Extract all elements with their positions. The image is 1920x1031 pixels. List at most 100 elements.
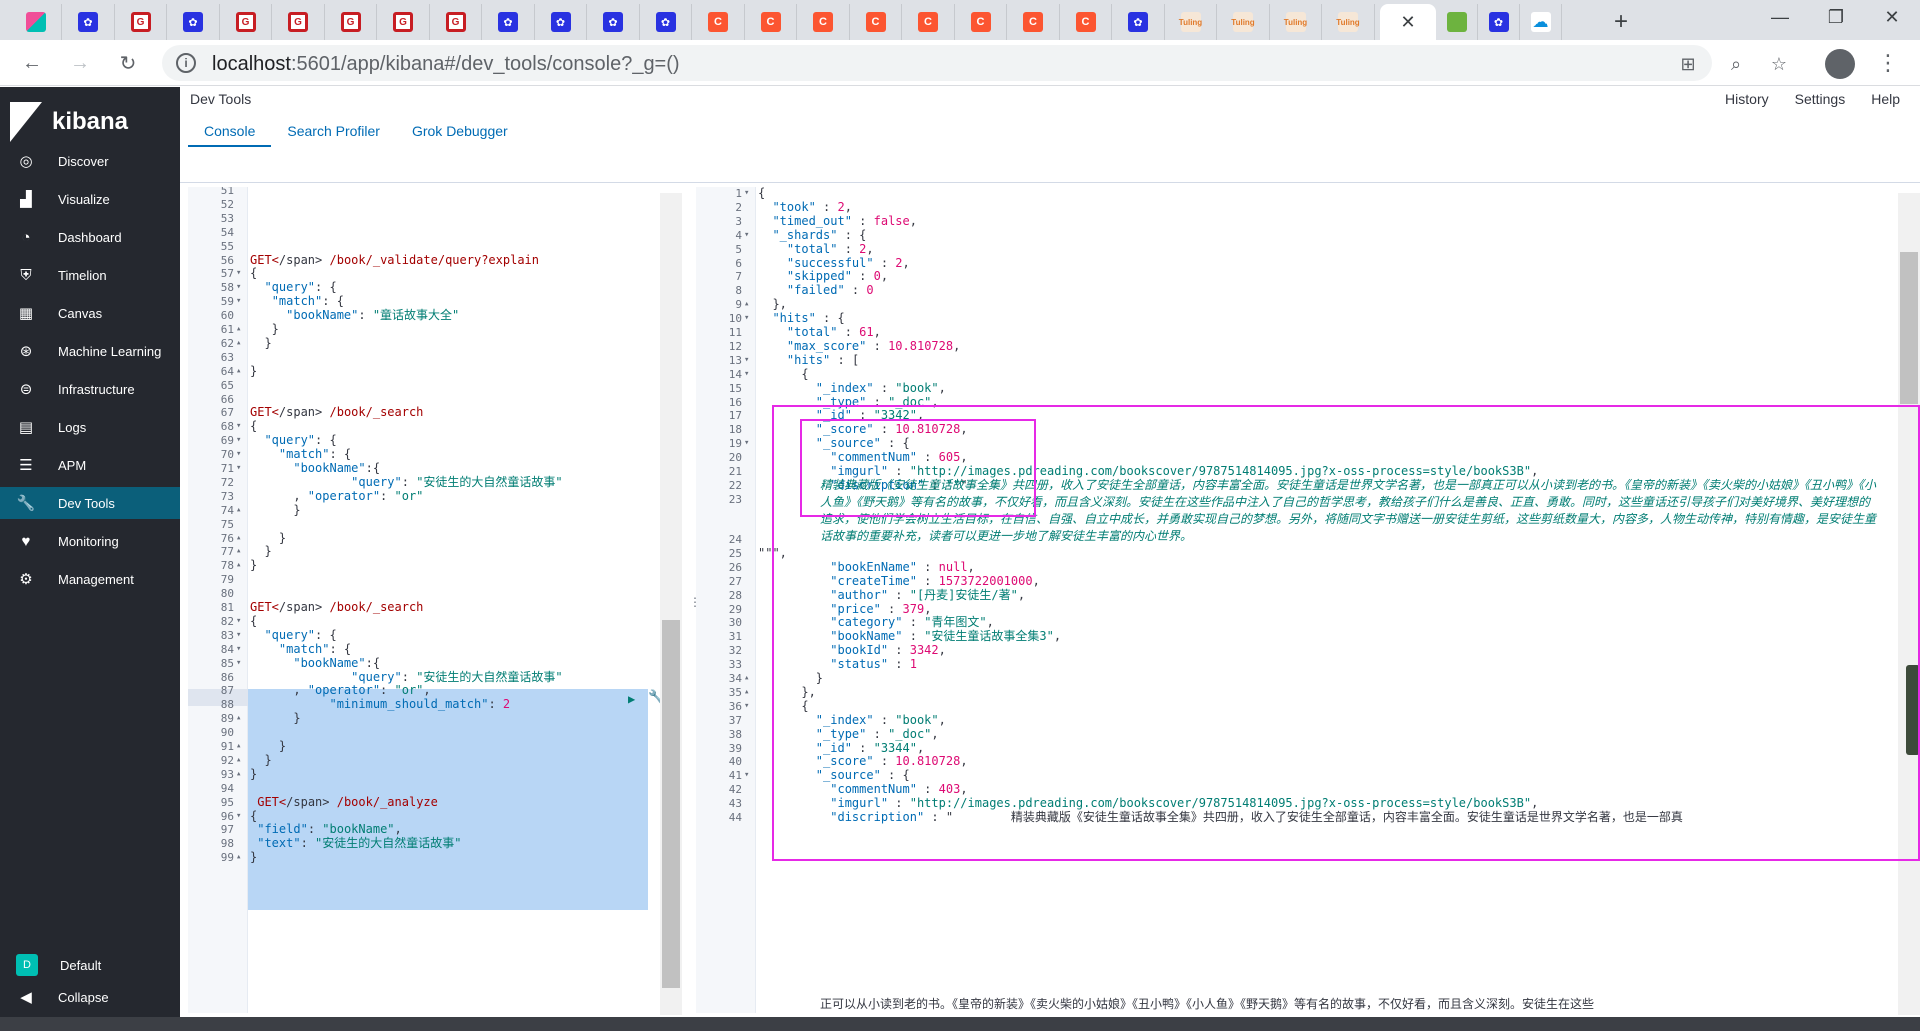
gitee-icon: G [393,12,413,32]
sidebar-item-canvas[interactable]: ▦ Canvas [0,297,180,329]
forward-button[interactable]: → [66,49,94,77]
reload-button[interactable]: ↻ [114,49,142,77]
close-tab-icon[interactable]: ✕ [1400,12,1415,33]
close-window-button[interactable]: ✕ [1864,0,1920,34]
sidebar-item-logs[interactable]: ▤ Logs [0,411,180,443]
browser-tab[interactable]: G [115,4,167,40]
output-scroll-thumb[interactable] [1900,252,1918,404]
site-info-icon[interactable]: i [176,53,196,73]
new-tab-button[interactable]: + [1607,8,1635,36]
history-link[interactable]: History [1725,91,1769,107]
sidebar-item-machine-learning[interactable]: ⊛ Machine Learning [0,335,180,367]
run-request-icon[interactable]: ▶ [628,692,640,706]
sidebar-item-dev-tools[interactable]: 🔧 Dev Tools [0,487,180,519]
browser-tab[interactable]: Tuling [1323,4,1375,40]
browser-tab[interactable]: ✿ [63,4,115,40]
tab-cloud[interactable]: ☁ [1520,4,1562,40]
omnibox[interactable]: i localhost:5601/app/kibana#/dev_tools/c… [162,45,1741,81]
minimize-button[interactable]: — [1752,0,1808,34]
browser-tab[interactable]: G [325,4,377,40]
browser-tab[interactable]: C [693,4,745,40]
back-button[interactable]: ← [18,49,46,77]
browser-tab[interactable]: ✿ [1113,4,1165,40]
browser-tab[interactable]: C [798,4,850,40]
browser-tab[interactable]: C [955,4,1007,40]
request-options-icon[interactable]: 🔧 [648,690,660,705]
restore-button[interactable]: ❐ [1808,0,1864,34]
browser-tab[interactable]: G [378,4,430,40]
infrastructure-icon: ⊜ [19,381,33,398]
help-link[interactable]: Help [1871,91,1900,107]
baidu-paw-icon: ✿ [1128,12,1148,32]
zoom-icon[interactable]: ⌕ [1725,53,1747,75]
csdn-icon: C [1023,12,1043,32]
translate-icon[interactable]: ⊞ [1677,53,1699,75]
sidebar-item-label: Canvas [58,305,103,321]
sidebar-item-infrastructure[interactable]: ⊜ Infrastructure [0,373,180,405]
annotation-box-meta [800,419,1036,517]
collapse-label: Collapse [58,989,109,1005]
baidu-paw-icon: ✿ [603,12,623,32]
top-links: History Settings Help [1725,91,1900,107]
browser-tab[interactable]: G [430,4,482,40]
space-selector[interactable]: D Default [0,949,180,981]
browser-tab[interactable]: G [220,4,272,40]
sidebar-item-visualize[interactable]: ▟ Visualize [0,183,180,215]
browser-tab[interactable]: G [273,4,325,40]
browser-tab[interactable]: ✿ [588,4,640,40]
editor-scroll-thumb[interactable] [662,620,680,988]
browser-tab[interactable]: C [745,4,797,40]
profile-avatar[interactable] [1825,49,1855,79]
browser-tab[interactable]: ✿ [640,4,692,40]
space-avatar: D [16,954,38,976]
page-title: Dev Tools [190,91,252,107]
browser-tab[interactable]: C [1008,4,1060,40]
sidebar-item-apm[interactable]: ☰ APM [0,449,180,481]
heartbeat-icon: ♥ [21,532,31,550]
browser-tab[interactable] [10,4,62,40]
url-text[interactable]: localhost:5601/app/kibana#/dev_tools/con… [212,53,680,76]
compass-icon: ◎ [19,153,33,170]
taskbar-strip [0,1017,1920,1031]
canvas-icon: ▦ [18,305,34,322]
sidebar-item-management[interactable]: ⚙ Management [0,563,180,595]
browser-tab[interactable]: Tuling [1165,4,1217,40]
tab-grok-debugger[interactable]: Grok Debugger [396,113,524,147]
address-bar: ← → ↻ i localhost:5601/app/kibana#/dev_t… [0,40,1920,86]
browser-tab[interactable]: C [1060,4,1112,40]
browser-menu-icon[interactable]: ⋮ [1877,49,1899,77]
bookmark-star-icon[interactable]: ☆ [1768,53,1790,75]
browser-tab[interactable]: C [903,4,955,40]
settings-link[interactable]: Settings [1795,91,1846,107]
sidebar-item-label: Timelion [58,267,107,283]
collapse-button[interactable]: ◀ Collapse [0,981,180,1013]
baidu-paw-icon: ✿ [655,12,676,32]
timelion-icon: ⛨ [20,266,32,284]
tab-console[interactable]: Console [188,113,272,147]
sidebar-item-discover[interactable]: ◎ Discover [0,145,180,177]
tab-spring[interactable] [1436,4,1478,40]
sidebar-item-monitoring[interactable]: ♥ Monitoring [0,525,180,557]
tab-active[interactable]: ✕ [1380,4,1436,40]
browser-tab[interactable]: ✿ [483,4,535,40]
fold-toggle-icon[interactable]: ▴ [236,849,241,866]
tab-baidu[interactable]: ✿ [1478,4,1520,40]
sidebar-item-label: Discover [58,153,109,169]
kibana-icon [25,12,46,32]
sidebar-item-label: Management [58,571,134,587]
tab-search-profiler[interactable]: Search Profiler [271,113,396,147]
devtools-tabs: Console Search Profiler Grok Debugger [188,113,524,147]
browser-tab[interactable]: Tuling [1218,4,1270,40]
browser-tab[interactable]: C [850,4,902,40]
browser-tab[interactable]: ✿ [168,4,220,40]
browser-tab[interactable]: Tuling [1270,4,1322,40]
sidebar-item-dashboard[interactable]: ◔ Dashboard [0,221,180,253]
console-editor[interactable]: 51 52 53 54 55 56 GET</span> /book/_validate/q… [188,187,660,1013]
sidebar-item-label: Monitoring [58,533,119,549]
browser-tab[interactable]: ✿ [535,4,587,40]
gitee-icon: G [288,12,308,32]
kibana-sidebar: kibana ◎ Discover ▟ Visualize ◔ Dashboard ⛨ Tim… [0,87,180,1017]
gitee-icon: G [130,12,151,32]
csdn-icon: C [760,12,781,32]
sidebar-item-timelion[interactable]: ⛨ Timelion [0,259,180,291]
